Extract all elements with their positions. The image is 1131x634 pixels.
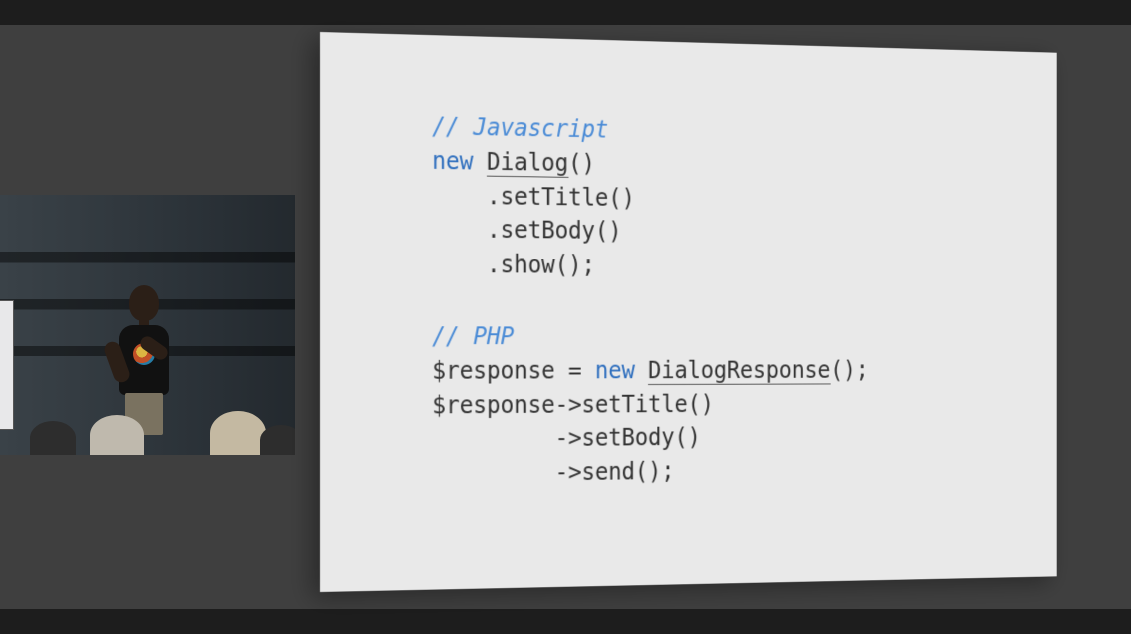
presentation-slide: // Javascript new Dialog() .setTitle() .…	[320, 32, 1057, 592]
code-keyword-new: new	[432, 147, 473, 175]
code-keyword-new: new	[595, 357, 635, 384]
code-comment: // PHP	[432, 322, 514, 350]
code-comment: // Javascript	[432, 112, 608, 143]
audience-head	[90, 415, 144, 455]
code-op-equals: =	[555, 357, 595, 384]
audience-head	[30, 421, 76, 455]
letterbox-bottom	[0, 609, 1131, 634]
code-var-response: $response	[432, 357, 554, 385]
code-block-php: // PHP $response = new DialogResponse();…	[432, 319, 1022, 491]
code-call-settitle: $response->setTitle()	[432, 390, 714, 419]
slide-perspective-container: // Javascript new Dialog() .setTitle() .…	[320, 32, 1130, 612]
slide-code-area: // Javascript new Dialog() .setTitle() .…	[432, 109, 1022, 529]
code-call-show: .show();	[487, 251, 595, 279]
code-class-dialogresponse: DialogResponse	[648, 357, 830, 385]
audience-head	[210, 411, 266, 455]
letterbox-top	[0, 0, 1131, 25]
code-call-send: ->send();	[555, 458, 675, 487]
code-call-settitle: .setTitle()	[487, 182, 635, 211]
speaker-figure	[115, 285, 175, 435]
code-ctor-tail: ();	[830, 357, 868, 384]
speaker-video-inset	[0, 195, 295, 455]
code-class-dialog: Dialog	[487, 148, 568, 178]
code-block-javascript: // Javascript new Dialog() .setTitle() .…	[432, 109, 1022, 285]
code-call-setbody: ->setBody()	[555, 424, 701, 452]
audience-head	[260, 425, 295, 455]
code-parens: ()	[568, 149, 595, 177]
stage-screen-edge	[0, 300, 14, 430]
code-call-setbody: .setBody()	[487, 216, 622, 245]
